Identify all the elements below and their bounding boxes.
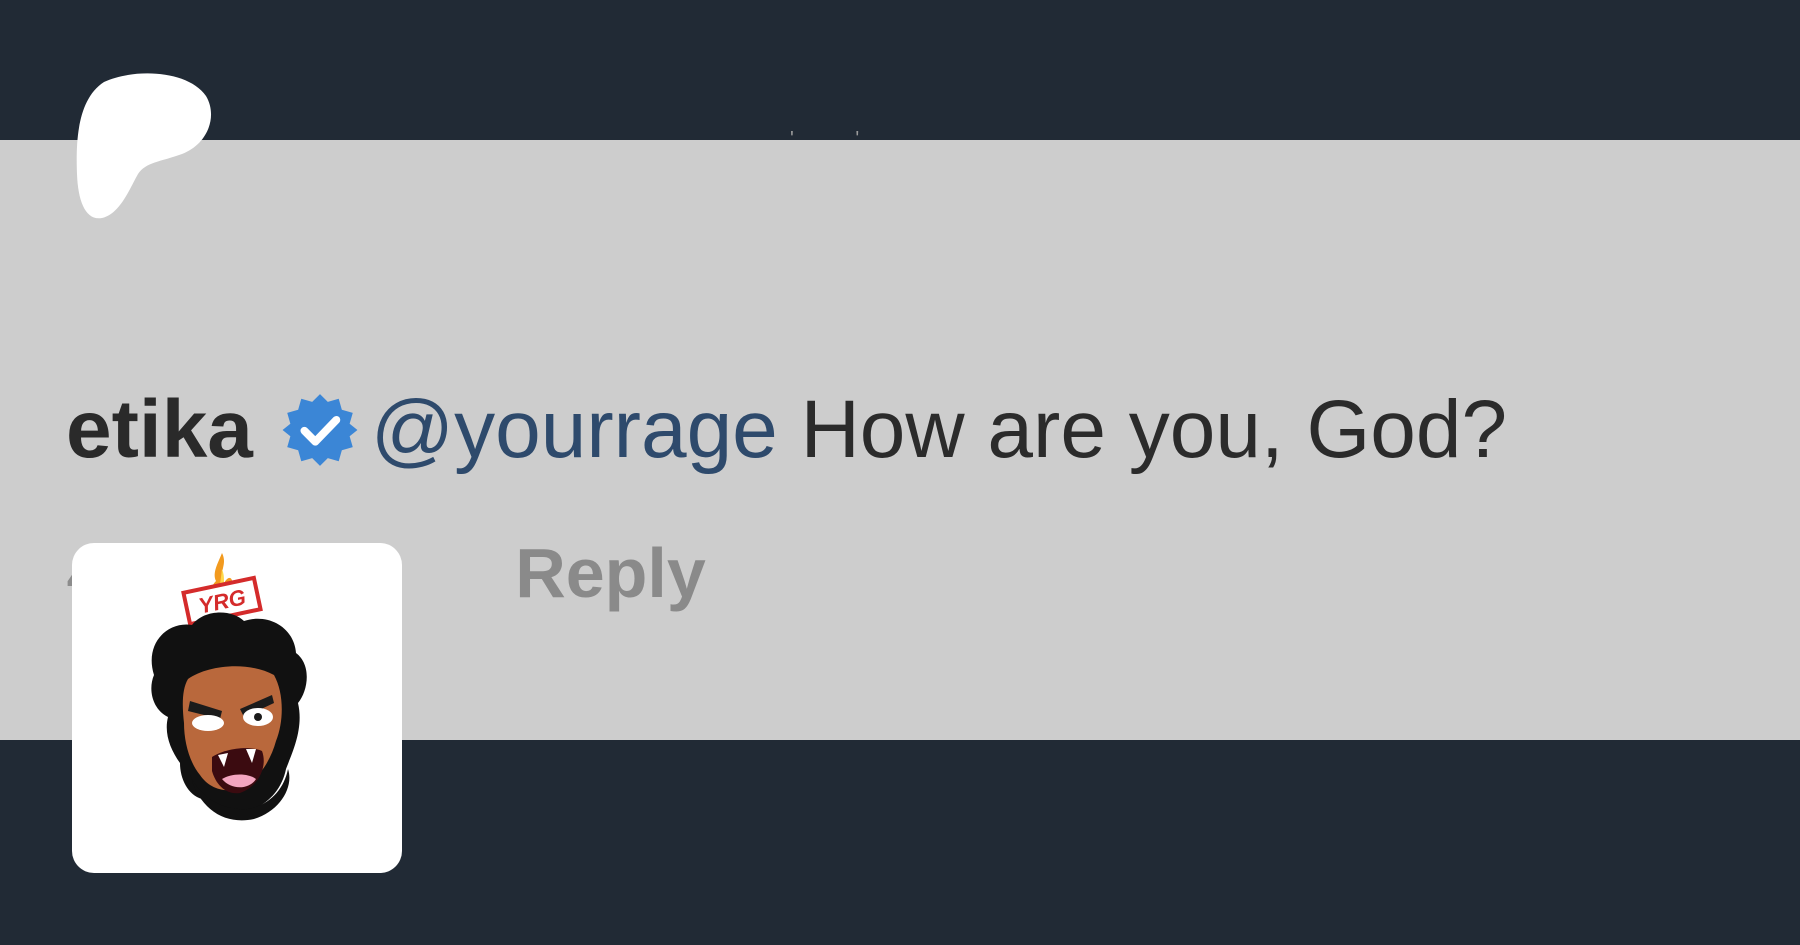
avatar-card[interactable]: YRG [72,543,402,873]
comment-mention-link[interactable]: @yourrage [371,384,778,475]
cropped-text-artifact: ' ' [790,128,888,150]
verified-badge-icon [282,394,358,466]
patreon-logo-icon[interactable] [76,70,212,220]
comment-line: etika @yourrage How are you, God? [66,375,1507,485]
avatar-illustration: YRG [151,553,307,821]
reply-button[interactable]: Reply [515,523,706,623]
comment-username[interactable]: etika [66,384,253,475]
comment-text: How are you, God? [800,384,1508,475]
